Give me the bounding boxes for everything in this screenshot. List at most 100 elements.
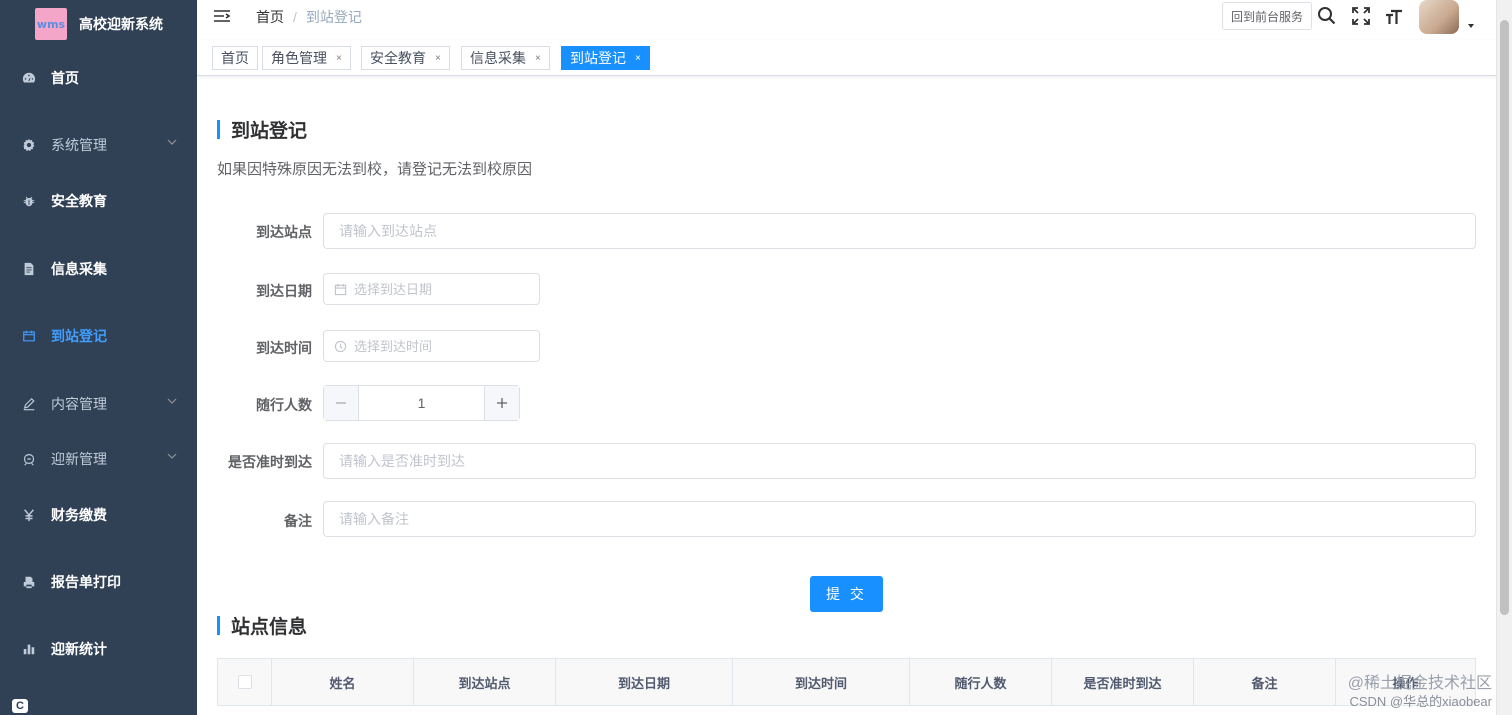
dashboard-icon: [21, 70, 37, 86]
column-header: 随行人数: [910, 659, 1052, 705]
minus-icon: [336, 402, 346, 404]
calendar-icon: [21, 328, 37, 344]
on-time-label: 是否准时到达: [228, 454, 312, 470]
app-title: 高校迎新系统: [79, 16, 163, 32]
sidebar-item-home[interactable]: 首页: [0, 50, 197, 106]
time-input[interactable]: [354, 338, 524, 354]
hamburger-icon[interactable]: [213, 8, 231, 26]
tag-label: 首页: [221, 50, 249, 66]
sidebar-item-welcome[interactable]: 迎新管理: [0, 431, 197, 487]
chevron-down-icon: [167, 453, 177, 459]
form-section-title: 到站登记: [217, 118, 307, 142]
remark-label: 备注: [284, 513, 312, 529]
breadcrumb-separator: /: [293, 9, 297, 25]
remark-input[interactable]: [323, 501, 1476, 537]
sidebar-item-label: 迎新管理: [51, 451, 107, 467]
close-icon[interactable]: ×: [535, 53, 541, 64]
close-icon[interactable]: ×: [635, 53, 641, 64]
on-time-input[interactable]: [323, 443, 1476, 479]
tags-view: 首页 角色管理 × 安全教育 × 信息采集 × 到站登记 ×: [197, 40, 1496, 76]
tag-label: 角色管理: [271, 50, 327, 66]
avatar[interactable]: [1419, 0, 1459, 34]
gear-icon: [21, 137, 37, 153]
column-header: 备注: [1194, 659, 1336, 705]
companions-stepper[interactable]: 1: [323, 385, 520, 421]
sidebar-item-label: 安全教育: [51, 193, 107, 209]
logo-bar[interactable]: wms 高校迎新系统: [0, 0, 197, 48]
bottom-badge: C: [12, 699, 28, 713]
sidebar-item-content[interactable]: 内容管理: [0, 376, 197, 432]
bug-icon: [21, 193, 37, 209]
time-label: 到达时间: [256, 340, 312, 356]
logo-icon: wms: [35, 8, 67, 40]
column-header: 是否准时到达: [1052, 659, 1194, 705]
sidebar-item-report-print[interactable]: 报告单打印: [0, 554, 197, 610]
sidebar-item-info-collect[interactable]: 信息采集: [0, 241, 197, 297]
date-label: 到达日期: [256, 283, 312, 299]
scrollbar[interactable]: [1496, 0, 1512, 715]
navbar: 首页 / 到站登记 回到前台服务: [197, 0, 1496, 40]
yen-icon: [21, 507, 37, 523]
breadcrumb-current: 到站登记: [305, 9, 362, 25]
sidebar-item-label: 首页: [51, 70, 79, 86]
form-description: 如果因特殊原因无法到校，请登记无法到校原因: [217, 161, 533, 178]
scrollbar-thumb[interactable]: [1500, 20, 1509, 615]
sidebar-item-arrival-register[interactable]: 到站登记: [0, 308, 197, 364]
sidebar-item-label: 财务缴费: [51, 507, 107, 523]
increase-button[interactable]: [484, 386, 519, 420]
select-all-cell: [218, 659, 272, 705]
table-section-title: 站点信息: [217, 614, 307, 638]
tag-label: 安全教育: [370, 50, 426, 66]
watermark: @稀土掘金技术社区 CSDN @华总的xiaobear: [1348, 675, 1492, 711]
sidebar-item-label: 系统管理: [51, 137, 107, 153]
document-icon: [21, 261, 37, 277]
tag-role-management[interactable]: 角色管理 ×: [262, 46, 351, 70]
time-picker[interactable]: [323, 330, 540, 362]
close-icon[interactable]: ×: [336, 53, 342, 64]
breadcrumb: 首页 / 到站登记: [256, 7, 362, 27]
watermark-line: CSDN @华总的xiaobear: [1349, 694, 1492, 709]
print-icon: [21, 574, 37, 590]
column-header: 姓名: [272, 659, 414, 705]
sidebar-item-label: 报告单打印: [51, 574, 121, 590]
station-label: 到达站点: [256, 224, 312, 240]
companions-value[interactable]: 1: [359, 386, 484, 420]
submit-button[interactable]: 提 交: [810, 576, 883, 612]
sidebar-item-label: 到站登记: [51, 328, 107, 344]
tag-label: 到站登记: [570, 50, 626, 66]
breadcrumb-home[interactable]: 首页: [256, 7, 284, 27]
chart-icon: [21, 641, 37, 657]
tag-safety-education[interactable]: 安全教育 ×: [361, 46, 450, 70]
sidebar-item-system[interactable]: 系统管理: [0, 117, 197, 173]
chevron-down-icon: [167, 398, 177, 404]
select-all-checkbox[interactable]: [237, 675, 252, 689]
peoples-icon: [21, 451, 37, 467]
caret-down-icon[interactable]: [1468, 24, 1474, 28]
tag-home[interactable]: 首页: [212, 46, 258, 70]
close-icon[interactable]: ×: [435, 53, 441, 64]
calendar-icon: [334, 283, 347, 295]
sidebar-item-label: 迎新统计: [51, 641, 107, 657]
decrease-button[interactable]: [324, 386, 359, 420]
station-info-table: 姓名 到达站点 到达日期 到达时间 随行人数 是否准时到达 备注 操作: [217, 658, 1476, 706]
tag-label: 信息采集: [470, 50, 526, 66]
sidebar-item-finance[interactable]: 财务缴费: [0, 487, 197, 543]
search-icon[interactable]: [1317, 6, 1337, 26]
font-size-icon[interactable]: [1384, 6, 1404, 26]
companions-label: 随行人数: [256, 397, 312, 413]
fullscreen-icon[interactable]: [1351, 6, 1371, 26]
station-input[interactable]: [323, 213, 1476, 249]
tag-arrival-register[interactable]: 到站登记 ×: [561, 46, 650, 70]
date-picker[interactable]: [323, 273, 540, 305]
chevron-down-icon: [167, 139, 177, 145]
sidebar-item-safety[interactable]: 安全教育: [0, 173, 197, 229]
back-to-front-button[interactable]: 回到前台服务: [1222, 2, 1313, 30]
watermark-line: @稀土掘金技术社区: [1347, 675, 1492, 692]
date-input[interactable]: [354, 281, 524, 297]
plus-icon: [497, 398, 507, 408]
sidebar-item-label: 信息采集: [51, 261, 107, 277]
tag-info-collect[interactable]: 信息采集 ×: [461, 46, 550, 70]
edit-icon: [21, 396, 37, 412]
column-header: 到达时间: [733, 659, 910, 705]
sidebar-item-statistics[interactable]: 迎新统计: [0, 621, 197, 677]
